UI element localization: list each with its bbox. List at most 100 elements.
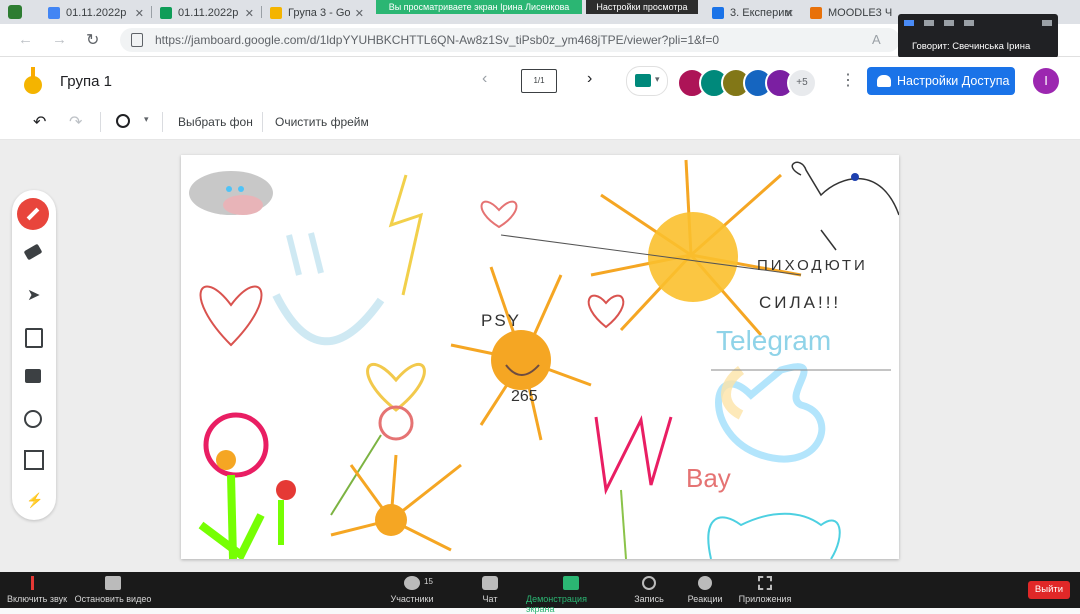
undo-icon[interactable]: ↶ — [33, 112, 46, 132]
chat-button[interactable]: Чат — [445, 576, 535, 604]
mic-muted-icon — [30, 576, 44, 590]
person-add-icon — [877, 75, 891, 87]
video-button[interactable]: Остановить видео — [68, 576, 158, 604]
chat-icon — [482, 576, 498, 590]
share-banner: Вы просматриваете экран Ірина Лисенкова — [376, 0, 582, 14]
cloud-sketch — [238, 186, 244, 192]
url-text[interactable]: https://jamboard.google.com/d/1ldpYYUHBK… — [155, 33, 719, 47]
expand-icon[interactable] — [1042, 20, 1052, 26]
browser-tab[interactable]: 3. Експерим ✕ — [704, 2, 800, 24]
browser-tab[interactable]: 01.11.2022р ✕ — [40, 2, 150, 24]
apps-icon — [758, 576, 772, 590]
flower-sketch — [216, 450, 236, 470]
next-frame-icon[interactable]: › — [587, 70, 592, 88]
forward-arrow-icon[interactable]: → — [52, 31, 67, 48]
meet-icon — [635, 74, 651, 87]
sheets-icon — [160, 7, 172, 19]
number-text: 265 — [511, 388, 538, 405]
pen-tool-button[interactable] — [17, 198, 49, 230]
pen-icon — [26, 207, 40, 221]
close-icon[interactable]: ✕ — [135, 7, 144, 20]
smile-sketch — [272, 293, 385, 346]
phrase-text: СИЛА!!! — [759, 293, 842, 312]
prev-frame-icon[interactable]: ‹ — [482, 70, 487, 88]
reload-icon[interactable]: ↻ — [86, 30, 99, 50]
more-vert-icon[interactable]: ⋮ — [840, 70, 856, 90]
browser-tab[interactable]: 01.11.2022р ✕ — [152, 2, 260, 24]
close-icon[interactable]: ✕ — [785, 7, 794, 20]
flower-sketch — [276, 480, 296, 500]
lock-icon — [131, 33, 143, 47]
layout-icon[interactable] — [904, 20, 914, 26]
meet-button[interactable]: ▾ — [626, 66, 668, 96]
redo-icon[interactable]: ↷ — [69, 112, 82, 132]
reader-icon[interactable]: A — [872, 32, 881, 47]
line-sketch — [791, 161, 899, 216]
psy-text: PSY — [481, 311, 522, 330]
close-icon[interactable]: ✕ — [355, 7, 364, 20]
sun-sketch — [330, 454, 462, 552]
cloud-sketch — [223, 195, 263, 215]
chevron-down-icon[interactable]: ▾ — [144, 114, 149, 125]
zoom-icon[interactable] — [116, 114, 130, 128]
laser-icon[interactable]: ⚡ — [26, 492, 43, 509]
board-title[interactable]: Група 1 — [60, 73, 112, 90]
share-access-button[interactable]: Настройки Доступа — [867, 67, 1015, 95]
phrase-text: ПИХОДЮТИ — [757, 257, 868, 274]
sun-sketch — [375, 504, 407, 536]
stem-sketch — [620, 489, 627, 559]
tool-rail — [12, 190, 56, 520]
layout-icon[interactable] — [964, 20, 974, 26]
jamboard-icon — [270, 7, 282, 19]
heart-sketch — [587, 294, 625, 329]
jamboard-logo-icon — [24, 67, 42, 94]
jam-frame[interactable]: PSY 265 Telegram Bay ПИХОДЮТИ СИЛА!!! — [181, 155, 899, 559]
share-screen-icon — [563, 576, 579, 590]
divider — [100, 112, 101, 132]
more-participants-badge[interactable]: +5 — [787, 68, 817, 98]
shield-icon — [8, 5, 22, 19]
heart-sketch — [366, 362, 426, 412]
layout-icon[interactable] — [944, 20, 954, 26]
stem-sketch — [330, 434, 382, 516]
sticky-note-icon[interactable] — [25, 328, 43, 348]
layout-icon[interactable] — [924, 20, 934, 26]
frame-counter[interactable]: 1/1 — [521, 69, 557, 93]
participants-button[interactable]: Участники — [367, 576, 457, 604]
chevron-down-icon: ▾ — [655, 74, 660, 84]
bay-text: Bay — [686, 463, 731, 493]
divider — [162, 112, 163, 132]
smile-sketch — [308, 232, 324, 274]
cat-sketch — [707, 512, 841, 559]
active-speaker: Говорит: Свечинська Ірина — [912, 41, 1031, 52]
browser-tab[interactable]: MOODLE3 Ч — [802, 2, 898, 24]
set-background-button[interactable]: Выбрать фон — [178, 115, 253, 129]
flower-sketch — [203, 412, 269, 478]
image-icon[interactable] — [25, 369, 41, 383]
circle-shape-icon[interactable] — [24, 410, 42, 428]
share-screen-button[interactable]: Демонстрация экрана — [526, 576, 616, 614]
drive-icon — [48, 7, 60, 19]
record-icon — [642, 576, 656, 590]
clear-frame-button[interactable]: Очистить фрейм — [275, 115, 369, 129]
text-box-icon[interactable] — [24, 450, 44, 470]
emoji-icon — [698, 576, 712, 590]
butterfly-sketch — [721, 366, 745, 420]
browser-tab[interactable]: Група 3 - Go ✕ — [262, 2, 370, 24]
select-cursor-icon[interactable]: ➤ — [27, 285, 40, 305]
tulip-sketch — [594, 415, 673, 496]
doc-icon — [712, 7, 724, 19]
moodle-icon — [810, 7, 822, 19]
telegram-text: Telegram — [716, 325, 832, 356]
video-icon — [105, 576, 121, 590]
divider — [262, 112, 263, 132]
participants-icon — [404, 576, 420, 590]
heart-sketch — [480, 200, 518, 229]
view-options-button[interactable]: Настройки просмотра — [586, 0, 698, 14]
user-avatar[interactable]: I — [1033, 68, 1059, 94]
participants-count: 15 — [424, 577, 433, 586]
leave-button[interactable]: Выйти — [1028, 581, 1070, 599]
close-icon[interactable]: ✕ — [245, 7, 254, 20]
apps-button[interactable]: Приложения — [720, 576, 810, 604]
back-arrow-icon[interactable]: ← — [18, 31, 33, 48]
